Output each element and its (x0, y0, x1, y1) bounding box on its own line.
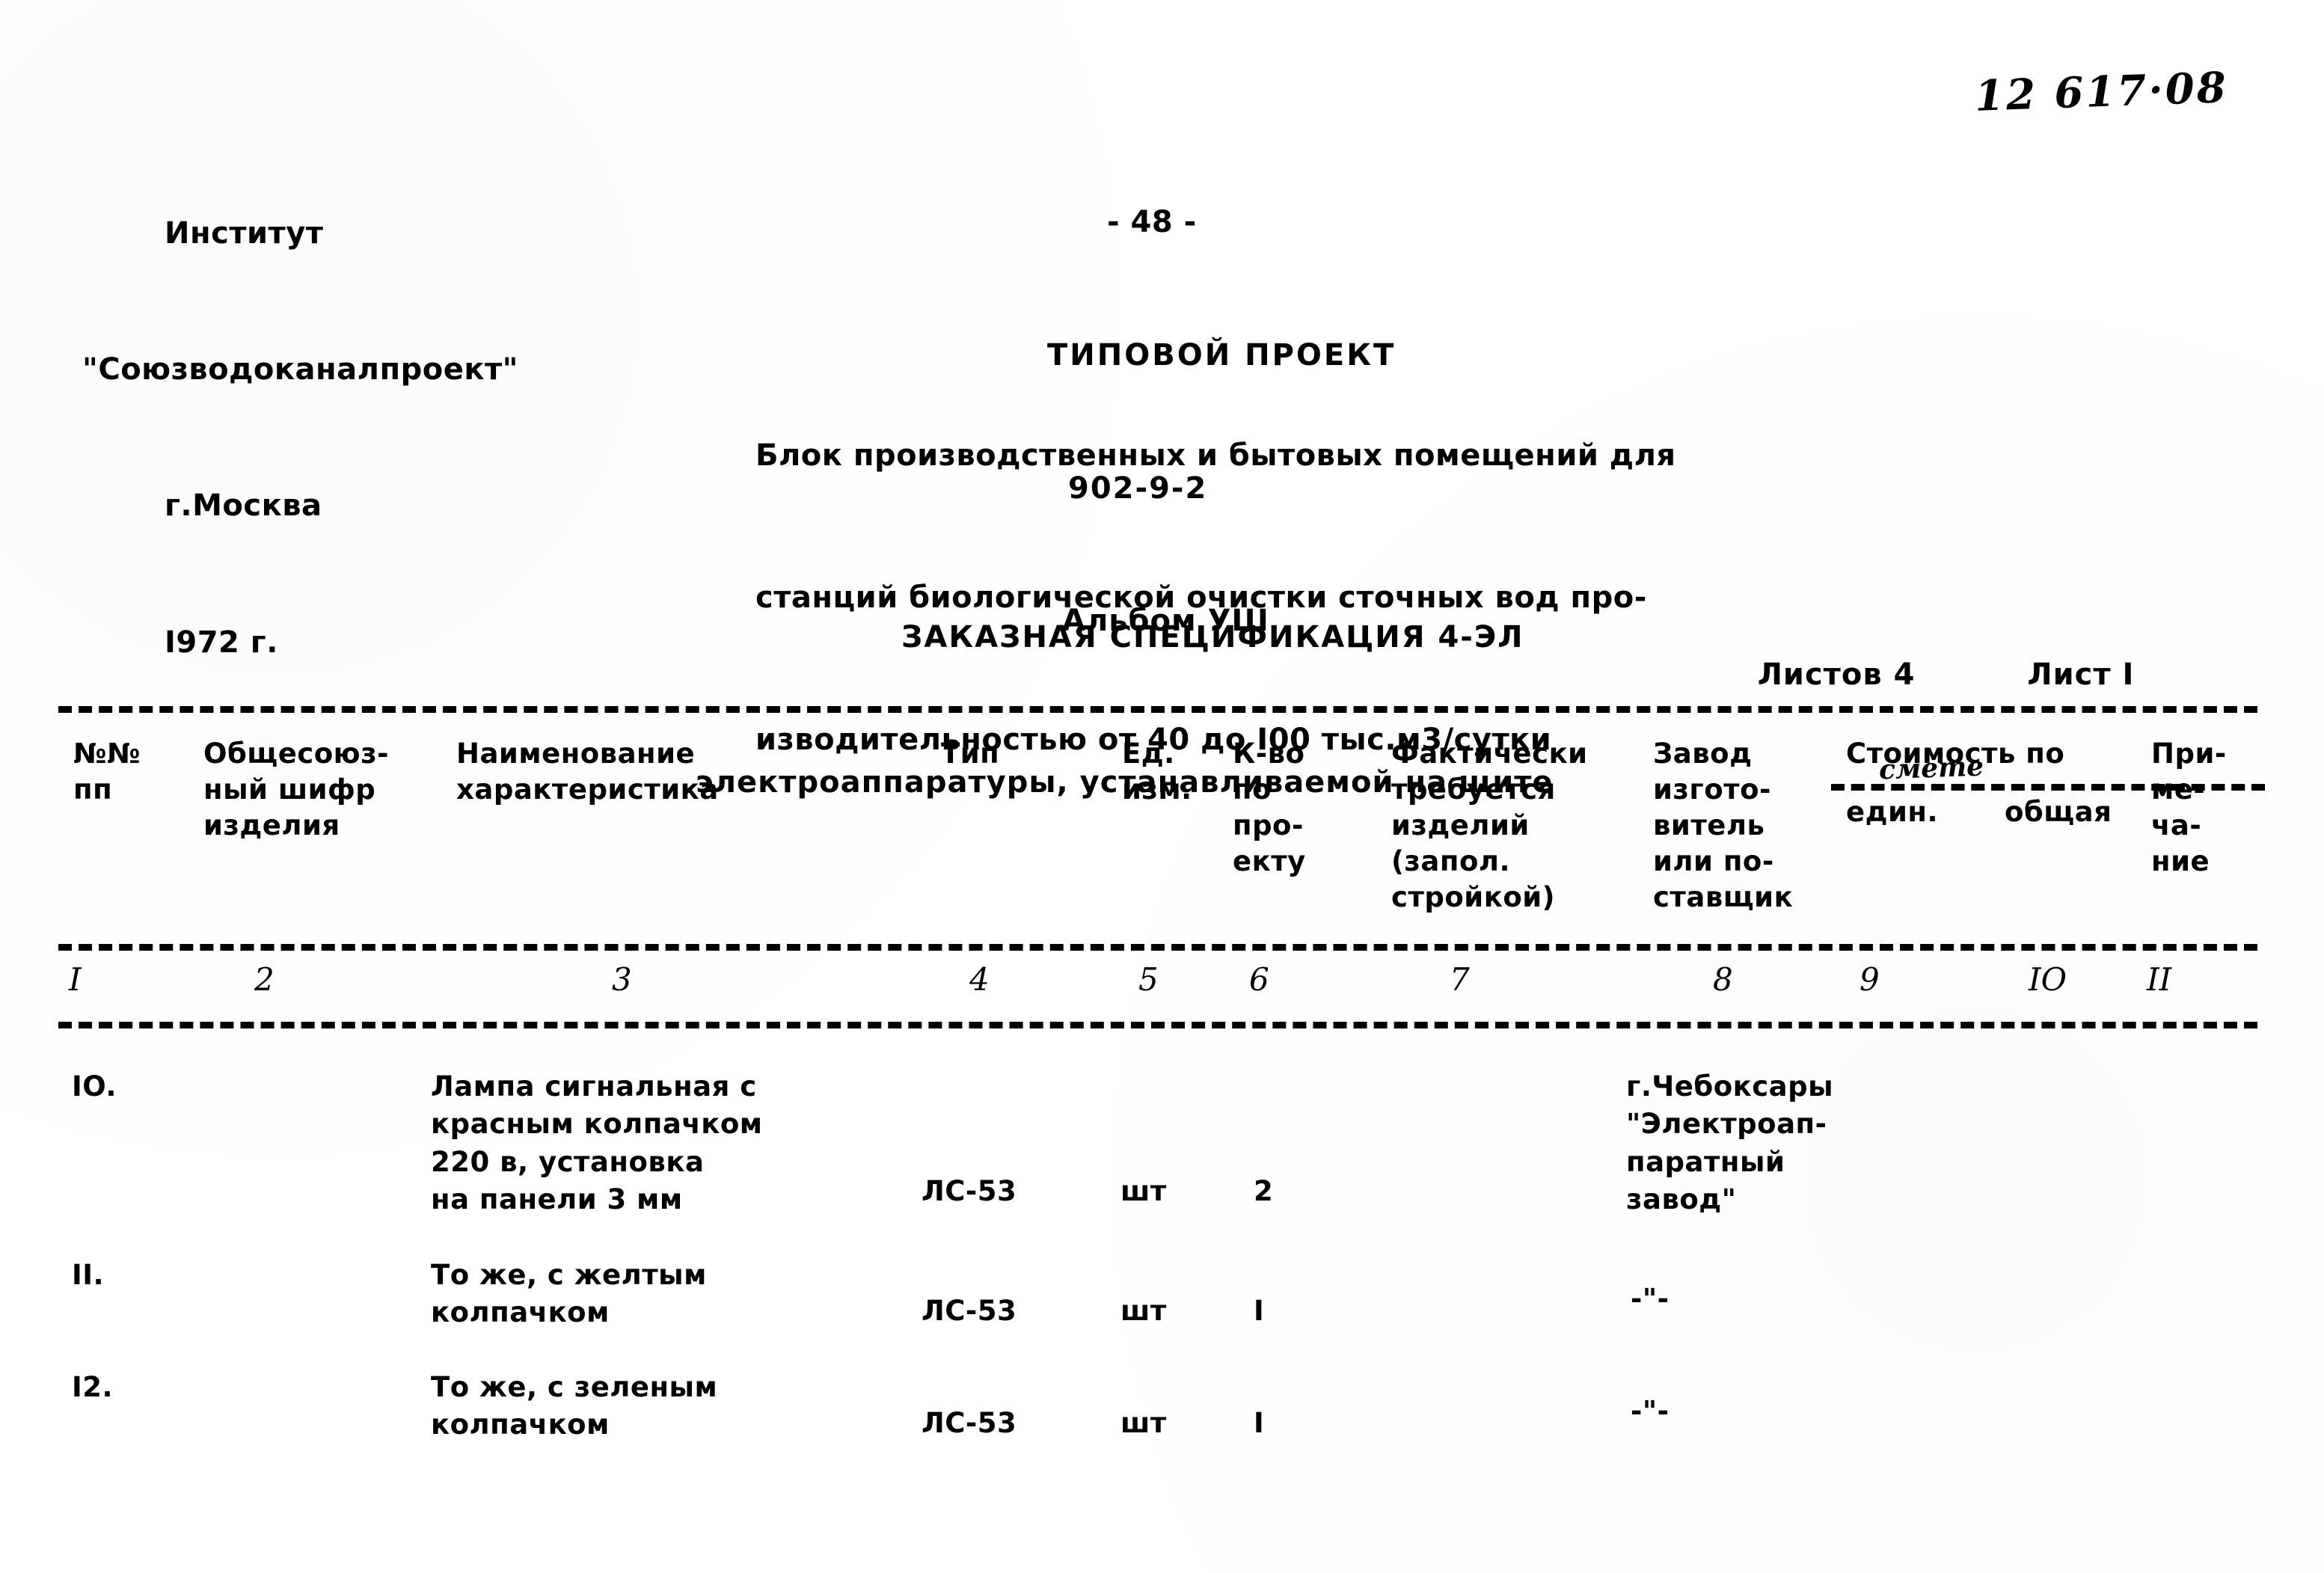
table-header-col11: При- ме- ча- ние (2151, 738, 2227, 878)
table-row: -"- (1631, 1395, 1670, 1427)
column-number-6: 6 (1249, 961, 1269, 998)
table-row: ЛС-53 (922, 1175, 1017, 1207)
handwritten-document-number: 12 617·08 (1973, 63, 2229, 121)
organization-city: г.Москва (165, 488, 322, 524)
table-header-col6: К-во по про- екту (1233, 738, 1306, 878)
sheet-current: Лист I (2027, 657, 2135, 692)
column-number-11: II (2147, 961, 2172, 998)
description-line-1: Блок производственных и бытовых помещени… (755, 438, 1676, 473)
column-number-5: 5 (1138, 961, 1159, 998)
table-row: шт (1120, 1175, 1167, 1207)
table-header-col2: Общесоюз- ный шифр изделия (203, 738, 389, 842)
table-row: IO. (72, 1070, 117, 1103)
specification-title: ЗАКАЗНАЯ СПЕЦИФИКАЦИЯ 4-ЭЛ (901, 619, 1524, 654)
table-row: ЛС-53 (922, 1407, 1017, 1439)
table-row: I (1254, 1407, 1265, 1439)
table-header-col5: Ед. изм. (1122, 738, 1192, 806)
document-page: 12 617·08 Институт "Союзводоканалпроект"… (0, 0, 2324, 1573)
table-row: шт (1120, 1407, 1167, 1439)
table-row: Лампа сигнальная с красным колпачком 220… (431, 1070, 763, 1215)
column-number-3: 3 (612, 961, 632, 998)
table-numbers-bottom-rule (58, 1022, 2257, 1028)
column-number-2: 2 (254, 961, 275, 998)
table-header-col9: един. (1846, 796, 1939, 828)
table-header-col7: Фактически требуется изделий (запол. стр… (1391, 738, 1588, 914)
table-row: I (1254, 1295, 1265, 1327)
table-row: I2. (72, 1371, 114, 1403)
column-number-1: I (69, 961, 82, 998)
organization-year: I972 г. (165, 625, 278, 660)
column-number-7: 7 (1450, 961, 1470, 998)
table-header-col4: Тип (941, 738, 1000, 770)
table-row: шт (1120, 1295, 1167, 1327)
table-row: ЛС-53 (922, 1295, 1017, 1327)
organization-block: Институт "Союзводоканалпроект" г.Москва … (82, 120, 518, 756)
handwritten-smeta-annotation: смете (1878, 750, 1984, 786)
table-row: II. (72, 1259, 105, 1291)
table-row: То же, с зеленым колпачком (431, 1371, 718, 1441)
table-header-bottom-rule (58, 944, 2257, 951)
column-number-10: IO (2029, 961, 2067, 998)
table-row: То же, с желтым колпачком (431, 1259, 707, 1329)
organization-name: "Союзводоканалпроект" (82, 352, 518, 387)
column-number-4: 4 (969, 961, 990, 998)
sheets-total: Листов 4 (1757, 657, 1916, 692)
table-header-col10: общая (2005, 796, 2112, 828)
table-row: -"- (1631, 1283, 1670, 1315)
organization-institute-label: Институт (165, 215, 324, 251)
table-row: 2 (1254, 1175, 1274, 1207)
table-header-col3: Наименование характеристика (456, 738, 719, 806)
page-number-marker: - 48 - (1107, 205, 1197, 240)
column-number-8: 8 (1713, 961, 1733, 998)
table-header-col1: №№ пп (73, 738, 141, 806)
table-header-col8: Завод изгото- витель или по- ставщик (1653, 738, 1794, 914)
column-number-9: 9 (1859, 961, 1880, 998)
table-header-top-rule (58, 706, 2257, 713)
table-row: г.Чебоксары "Электроап- паратный завод" (1626, 1070, 1834, 1215)
